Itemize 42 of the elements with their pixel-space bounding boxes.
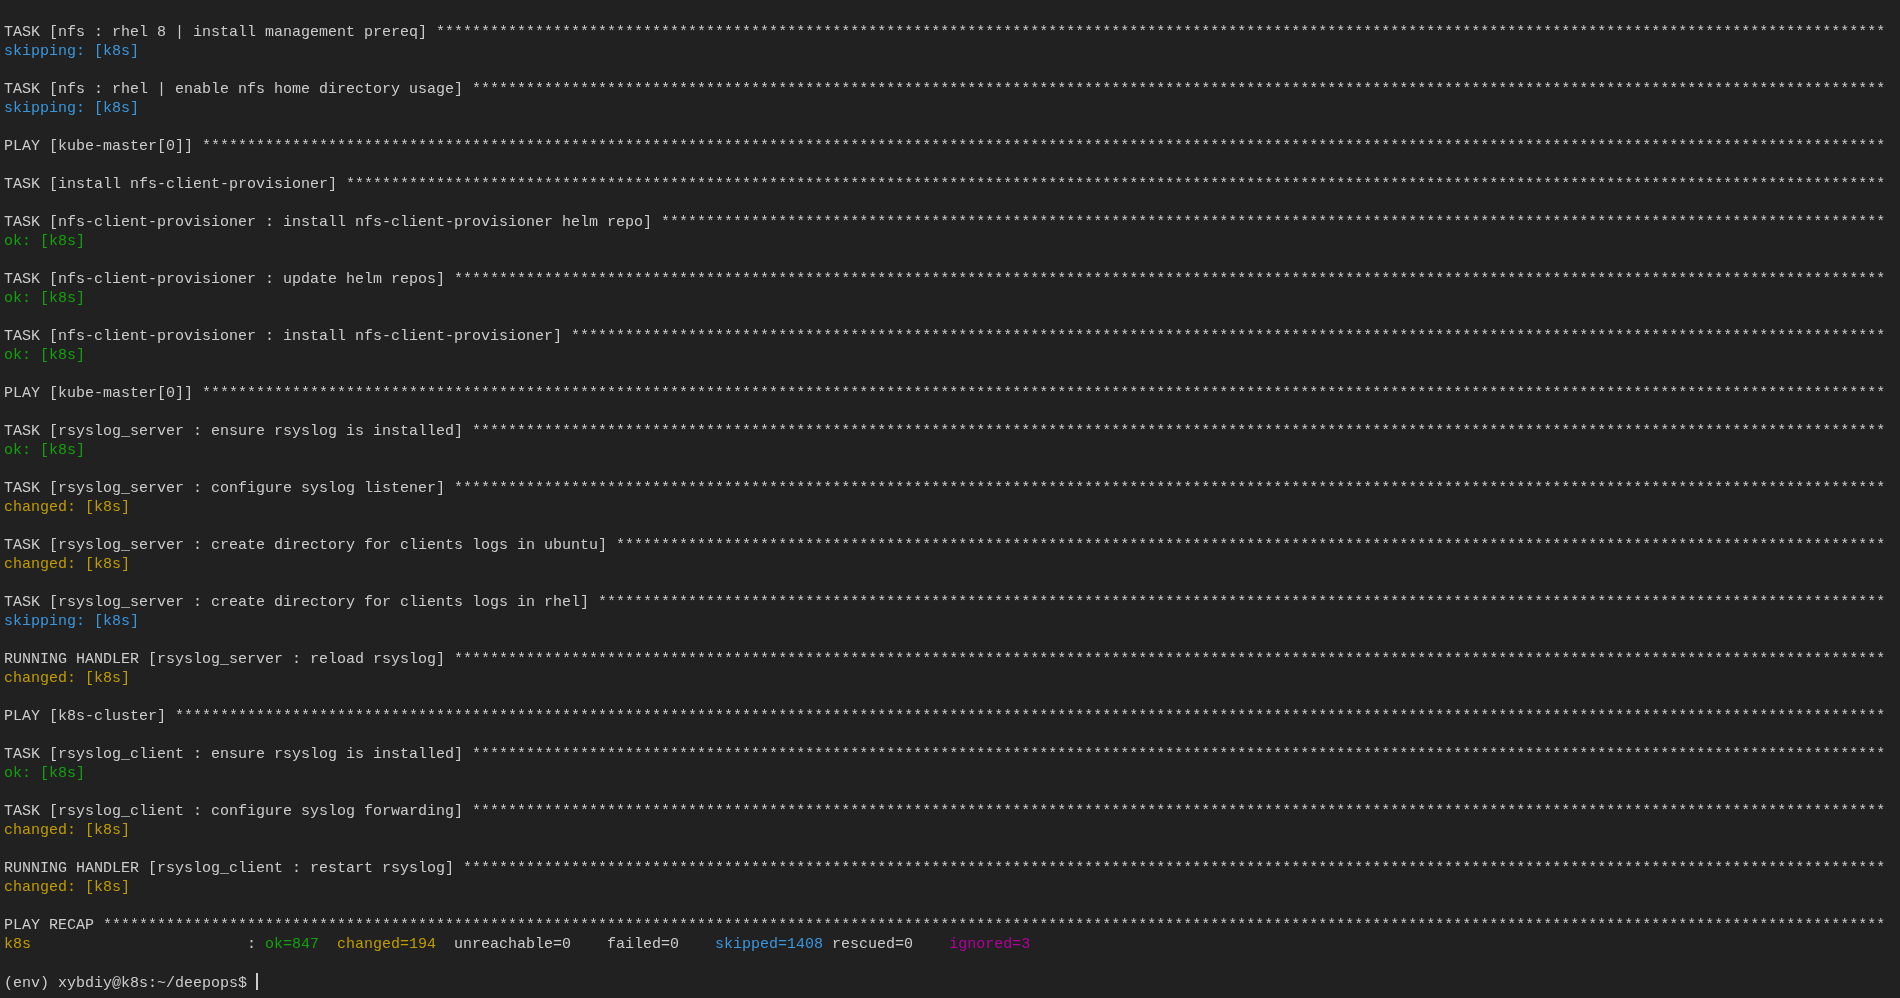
status-line: ok: [k8s] bbox=[4, 289, 85, 308]
log-heading: TASK [rsyslog_server : ensure rsyslog is installed] ************************************************************************************************************************************************************* bbox=[4, 422, 1886, 441]
status-line: ok: [k8s] bbox=[4, 232, 85, 251]
log-heading: PLAY RECAP ****************************************************************************************************************************************************************************************************** bbox=[4, 916, 1886, 935]
separator-text: : bbox=[247, 935, 257, 954]
status-line: skipping: [k8s] bbox=[4, 42, 140, 61]
status-line: changed: [k8s] bbox=[4, 555, 131, 574]
host-name: k8s bbox=[4, 935, 32, 954]
log-heading: PLAY [k8s-cluster] ********************************************************************************************************************************************************************************************** bbox=[4, 707, 1886, 726]
log-heading: TASK [nfs : rhel | enable nfs home directory usage] ************************************************************************************************************************************************************* bbox=[4, 80, 1886, 99]
status-line: skipping: [k8s] bbox=[4, 612, 140, 631]
log-heading: TASK [rsyslog_server : create directory for clients logs in rhel] *********************************************************************************************************************************************** bbox=[4, 593, 1886, 612]
log-heading: TASK [rsyslog_server : configure syslog listener] *************************************************************************************************************************************************************** bbox=[4, 479, 1886, 498]
text-cursor bbox=[256, 973, 259, 990]
log-heading: RUNNING HANDLER [rsyslog_client : restart rsyslog] ************************************************************************************************************************************************************** bbox=[4, 859, 1886, 878]
status-line: changed: [k8s] bbox=[4, 498, 131, 517]
status-line: skipping: [k8s] bbox=[4, 99, 140, 118]
recap-stat: rescued=0 bbox=[832, 935, 915, 954]
status-line: ok: [k8s] bbox=[4, 346, 85, 365]
recap-stat: unreachable=0 bbox=[454, 935, 573, 954]
log-heading: PLAY [kube-master[0]] ******************************************************************************************************************************************************************************************* bbox=[4, 137, 1886, 156]
recap-stat: failed=0 bbox=[607, 935, 681, 954]
log-heading: TASK [rsyslog_client : configure syslog forwarding] ************************************************************************************************************************************************************* bbox=[4, 802, 1886, 821]
status-line: changed: [k8s] bbox=[4, 878, 131, 897]
status-line: changed: [k8s] bbox=[4, 821, 131, 840]
log-heading: TASK [rsyslog_server : create directory for clients logs in ubuntu] ********************************************************************************************************************************************* bbox=[4, 536, 1886, 555]
log-heading: TASK [install nfs-client-provisioner] *************************************************************************************************************************************************************************** bbox=[4, 175, 1886, 194]
log-heading: TASK [nfs : rhel 8 | install management prereq] ***************************************************************************************************************************************************************** bbox=[4, 23, 1886, 42]
recap-stat: ok=847 bbox=[265, 935, 321, 954]
log-heading: RUNNING HANDLER [rsyslog_server : reload rsyslog] *************************************************************************************************************************************************************** bbox=[4, 650, 1886, 669]
status-line: ok: [k8s] bbox=[4, 764, 85, 783]
log-heading: PLAY [kube-master[0]] ******************************************************************************************************************************************************************************************* bbox=[4, 384, 1886, 403]
recap-stat: ignored=3 bbox=[949, 935, 1032, 954]
recap-stat: skipped=1408 bbox=[715, 935, 825, 954]
log-heading: TASK [rsyslog_client : ensure rsyslog is installed] ************************************************************************************************************************************************************* bbox=[4, 745, 1886, 764]
shell-prompt: (env) xybdiy@k8s:~/deepops$ bbox=[4, 974, 248, 993]
recap-stat: changed=194 bbox=[337, 935, 438, 954]
log-heading: TASK [nfs-client-provisioner : install nfs-client-provisioner helm repo] **************************************************************************************************************************************** bbox=[4, 213, 1886, 232]
status-line: ok: [k8s] bbox=[4, 441, 85, 460]
status-line: changed: [k8s] bbox=[4, 669, 131, 688]
log-heading: TASK [nfs-client-provisioner : update helm repos] *************************************************************************************************************************************************************** bbox=[4, 270, 1886, 289]
log-heading: TASK [nfs-client-provisioner : install nfs-client-provisioner] ************************************************************************************************************************************************** bbox=[4, 327, 1886, 346]
